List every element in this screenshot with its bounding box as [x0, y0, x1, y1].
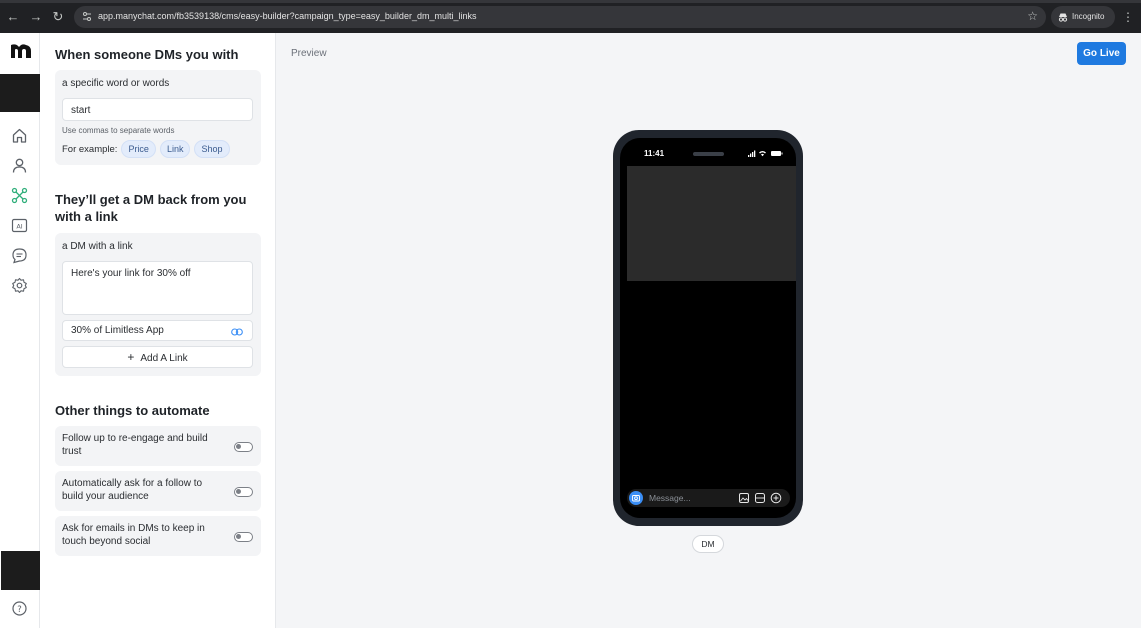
response-heading: They’ll get a DM back from you with a li…: [55, 192, 247, 224]
example-chip-price[interactable]: Price: [121, 140, 156, 158]
home-icon[interactable]: [11, 127, 28, 144]
gallery-icon[interactable]: [738, 492, 750, 504]
plus-icon: +: [127, 350, 135, 364]
phone-screen: 11:41 Message...: [620, 138, 796, 518]
incognito-badge[interactable]: Incognito: [1051, 6, 1115, 28]
automation-item-ask-emails: Ask for emails in DMs to keep in touch b…: [55, 516, 261, 556]
go-live-button[interactable]: Go Live: [1077, 42, 1126, 65]
bookmark-star-icon[interactable]: ☆: [1027, 9, 1038, 23]
keyword-input[interactable]: start: [62, 98, 253, 121]
add-link-button[interactable]: + Add A Link: [62, 346, 253, 368]
automation-item-label: Ask for emails in DMs to keep in touch b…: [62, 523, 205, 547]
contacts-icon[interactable]: [11, 157, 28, 174]
example-keywords: For example: Price Link Shop: [62, 140, 230, 158]
url-text: app.manychat.com/fb3539138/cms/easy-buil…: [98, 11, 477, 21]
forward-icon[interactable]: →: [28, 9, 44, 25]
add-link-label: Add A Link: [140, 353, 188, 364]
message-placeholder: Message...: [649, 493, 691, 503]
link-button-field[interactable]: 30% of Limitless App: [62, 320, 253, 341]
response-card: a DM with a link Here's your link for 30…: [55, 233, 261, 376]
status-icons: [748, 150, 783, 157]
message-preview-block: [627, 166, 796, 281]
site-settings-icon[interactable]: [82, 11, 92, 22]
example-label: For example:: [62, 143, 118, 155]
address-bar[interactable]: app.manychat.com/fb3539138/cms/easy-buil…: [74, 6, 1046, 28]
follow-up-toggle[interactable]: [234, 442, 253, 452]
tab-strip: [0, 0, 1141, 3]
svg-text:?: ?: [17, 605, 22, 615]
toggle-knob: [236, 534, 241, 539]
example-chip-shop[interactable]: Shop: [194, 140, 230, 158]
sticker-icon[interactable]: [754, 492, 766, 504]
ask-emails-toggle[interactable]: [234, 532, 253, 542]
response-option-label[interactable]: a DM with a link: [62, 241, 133, 252]
builder-panel: When someone DMs you with a specific wor…: [40, 33, 276, 628]
automation-item-ask-follow: Automatically ask for a follow to build …: [55, 471, 261, 511]
automation-item-follow-up: Follow up to re-engage and build trust: [55, 426, 261, 466]
phone-clock: 11:41: [644, 149, 665, 158]
add-circle-icon[interactable]: [770, 492, 782, 504]
reload-icon[interactable]: ↻: [50, 9, 66, 25]
automation-icon[interactable]: [11, 187, 28, 204]
dynamic-island: [693, 152, 724, 156]
trigger-heading: When someone DMs you with: [55, 47, 239, 62]
trigger-option-label[interactable]: a specific word or words: [62, 78, 169, 89]
settings-gear-icon[interactable]: [11, 277, 28, 294]
browser-menu-icon[interactable]: ⋮: [1122, 9, 1134, 25]
message-composer[interactable]: Message...: [627, 489, 790, 507]
toggle-knob: [236, 444, 241, 449]
svg-text:AI: AI: [16, 223, 22, 231]
back-icon[interactable]: ←: [5, 9, 21, 25]
preview-label: Preview: [291, 48, 327, 59]
keyword-hint: Use commas to separate words: [62, 126, 175, 135]
incognito-icon: [1058, 13, 1068, 22]
live-chat-icon[interactable]: [11, 247, 28, 264]
help-icon[interactable]: ?: [11, 600, 28, 617]
manychat-logo[interactable]: [10, 43, 32, 59]
dm-message-textarea[interactable]: Here's your link for 30% off: [62, 261, 253, 315]
automation-item-label: Automatically ask for a follow to build …: [62, 478, 203, 502]
browser-chrome: ← → ↻ app.manychat.com/fb3539138/cms/eas…: [0, 0, 1141, 33]
ask-follow-toggle[interactable]: [234, 487, 253, 497]
preview-mode-pill[interactable]: DM: [692, 535, 724, 553]
link-button-label: 30% of Limitless App: [71, 325, 164, 336]
toggle-knob: [236, 489, 241, 494]
automations-heading: Other things to automate: [55, 403, 210, 418]
example-chip-link[interactable]: Link: [159, 140, 191, 158]
incognito-label: Incognito: [1072, 12, 1105, 21]
automation-item-label: Follow up to re-engage and build trust: [62, 433, 208, 457]
trigger-card: a specific word or words start Use comma…: [55, 70, 261, 165]
ai-icon[interactable]: AI: [11, 217, 28, 234]
camera-icon[interactable]: [629, 491, 643, 505]
icon-rail: AI ?: [0, 33, 54, 628]
link-icon[interactable]: [231, 328, 243, 336]
phone-mockup: 11:41 Message...: [613, 130, 803, 526]
